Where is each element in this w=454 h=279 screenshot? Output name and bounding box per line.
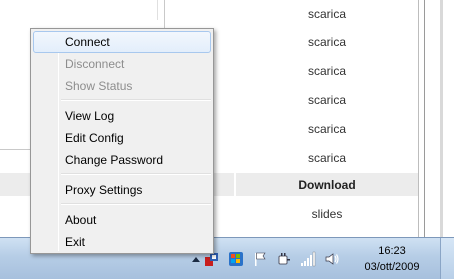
slides-link[interactable]: slides <box>236 200 418 228</box>
menu-separator <box>61 203 211 205</box>
openvpn-context-menu: Connect Disconnect Show Status View Log … <box>30 28 214 254</box>
power-plug-icon[interactable] <box>276 251 292 267</box>
menu-item-edit-config[interactable]: Edit Config <box>33 127 211 149</box>
download-link-scarica[interactable]: scarica <box>236 57 418 85</box>
menu-item-show-status[interactable]: Show Status <box>33 75 211 97</box>
download-link-scarica[interactable]: scarica <box>236 86 418 114</box>
inner-scrollbar[interactable] <box>418 0 430 237</box>
download-link-scarica[interactable]: scarica <box>236 28 418 56</box>
menu-item-exit[interactable]: Exit <box>33 231 211 253</box>
show-desktop-button[interactable] <box>440 238 454 279</box>
windows-update-icon[interactable] <box>228 251 244 267</box>
menu-separator <box>61 173 211 175</box>
menu-item-disconnect[interactable]: Disconnect <box>33 53 211 75</box>
clock-date: 03/ott/2009 <box>364 261 420 273</box>
download-link-scarica[interactable]: scarica <box>236 115 418 143</box>
network-signal-icon[interactable] <box>300 251 316 267</box>
menu-item-about[interactable]: About <box>33 209 211 231</box>
download-column-header: Download <box>298 178 356 192</box>
menu-separator <box>61 99 211 101</box>
system-clock[interactable]: 16:23 03/ott/2009 <box>353 243 431 277</box>
menu-item-view-log[interactable]: View Log <box>33 105 211 127</box>
menu-item-connect[interactable]: Connect <box>33 31 211 53</box>
menu-item-proxy-settings[interactable]: Proxy Settings <box>33 179 211 201</box>
download-link-scarica[interactable]: scarica <box>236 0 418 28</box>
clock-time: 16:23 <box>378 245 406 257</box>
action-center-flag-icon[interactable] <box>252 251 268 267</box>
download-column: scarica scarica scarica scarica scarica … <box>236 0 418 237</box>
outer-scrollbar[interactable] <box>430 0 454 237</box>
menu-item-change-password[interactable]: Change Password <box>33 149 211 171</box>
volume-speaker-icon[interactable] <box>324 251 340 267</box>
download-link-scarica[interactable]: scarica <box>236 144 418 172</box>
